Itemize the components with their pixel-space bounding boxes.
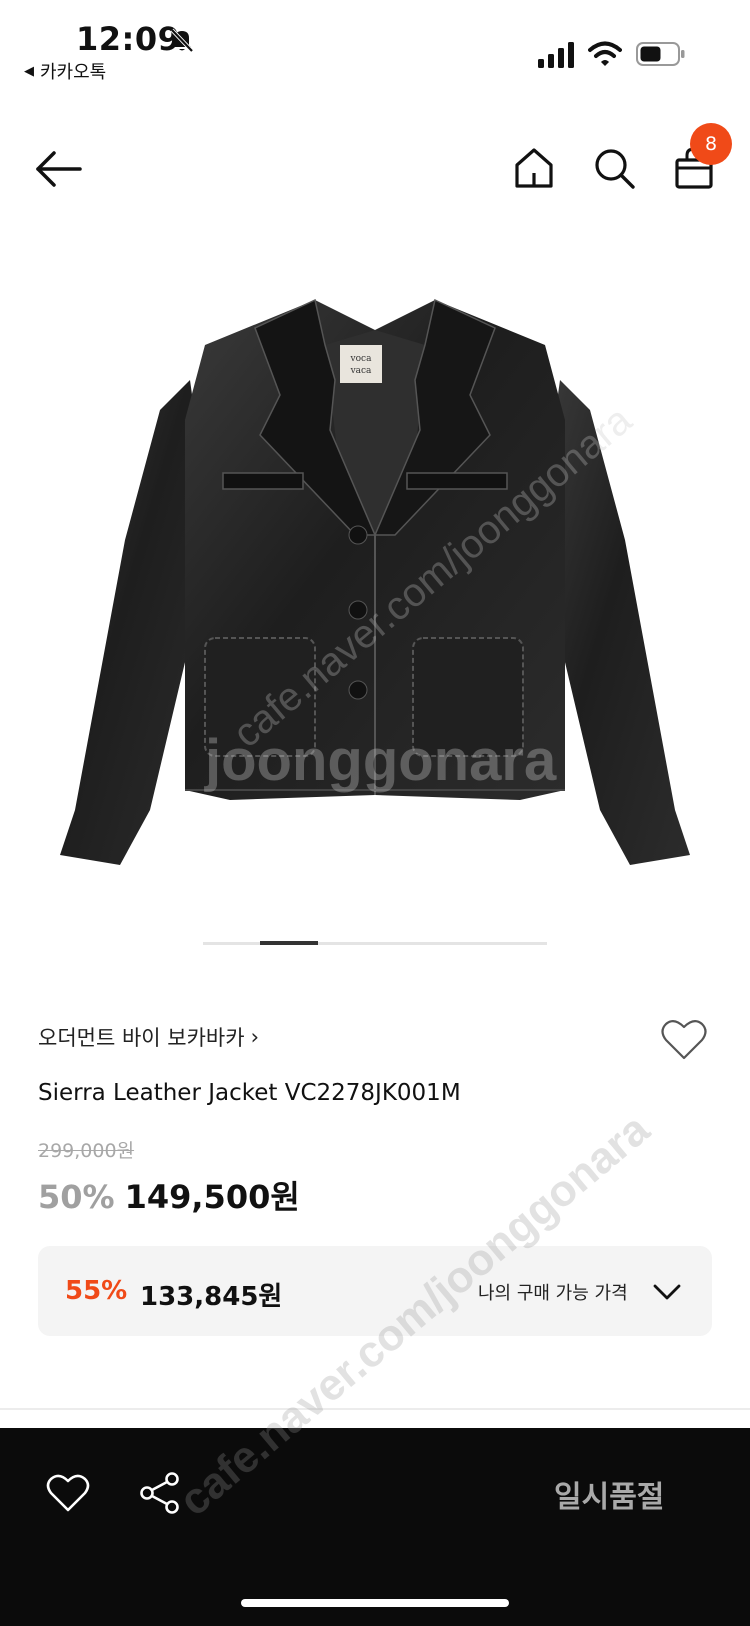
- product-name: Sierra Leather Jacket VC2278JK001M: [38, 1080, 461, 1106]
- brand-name: 오더먼트 바이 보카바카: [38, 1026, 245, 1050]
- product-image[interactable]: voca vaca joonggonara cafe.naver.com/joo…: [55, 290, 695, 910]
- heart-icon[interactable]: [46, 1473, 90, 1513]
- my-price: 133,845원: [140, 1282, 283, 1312]
- image-pager-track: [203, 942, 547, 945]
- bottom-action-bar: 일시품절 cafe.naver.com/joonggonara: [0, 1104, 750, 1626]
- return-to-app-link[interactable]: ◀ 카카오톡: [24, 58, 106, 84]
- divider: [0, 1408, 750, 1410]
- return-app-label: 카카오톡: [40, 62, 107, 83]
- search-icon[interactable]: [592, 146, 636, 190]
- wifi-icon: [588, 41, 622, 66]
- back-arrow-icon[interactable]: [34, 146, 84, 192]
- signal-icon: [538, 42, 574, 68]
- my-discount-percent: 55%: [65, 1276, 128, 1306]
- sale-price-row: 50% 149,500원: [38, 1172, 300, 1218]
- status-time: 12:09: [76, 20, 181, 58]
- sale-price: 149,500원: [124, 1178, 300, 1216]
- home-indicator[interactable]: [241, 1599, 509, 1607]
- brand-link[interactable]: 오더먼트 바이 보카바카 ›: [38, 1022, 259, 1052]
- bell-muted-icon: [170, 28, 194, 53]
- heart-icon[interactable]: [660, 1018, 708, 1062]
- original-price: 299,000원: [38, 1140, 135, 1162]
- sold-out-status: 일시품절: [554, 1480, 665, 1515]
- svg-text:voca: voca: [350, 354, 373, 364]
- discount-percent: 50%: [38, 1178, 115, 1216]
- svg-text:vaca: vaca: [350, 366, 372, 376]
- battery-icon: [636, 42, 685, 66]
- my-price-label: 나의 구매 가능 가격: [478, 1283, 628, 1304]
- chevron-right-icon: ›: [250, 1025, 259, 1049]
- home-icon[interactable]: [512, 146, 556, 190]
- back-triangle-icon: ◀: [24, 63, 34, 79]
- chevron-down-icon: [653, 1284, 681, 1300]
- image-pager-indicator: [260, 941, 318, 945]
- cart-count-badge[interactable]: 8: [690, 123, 732, 165]
